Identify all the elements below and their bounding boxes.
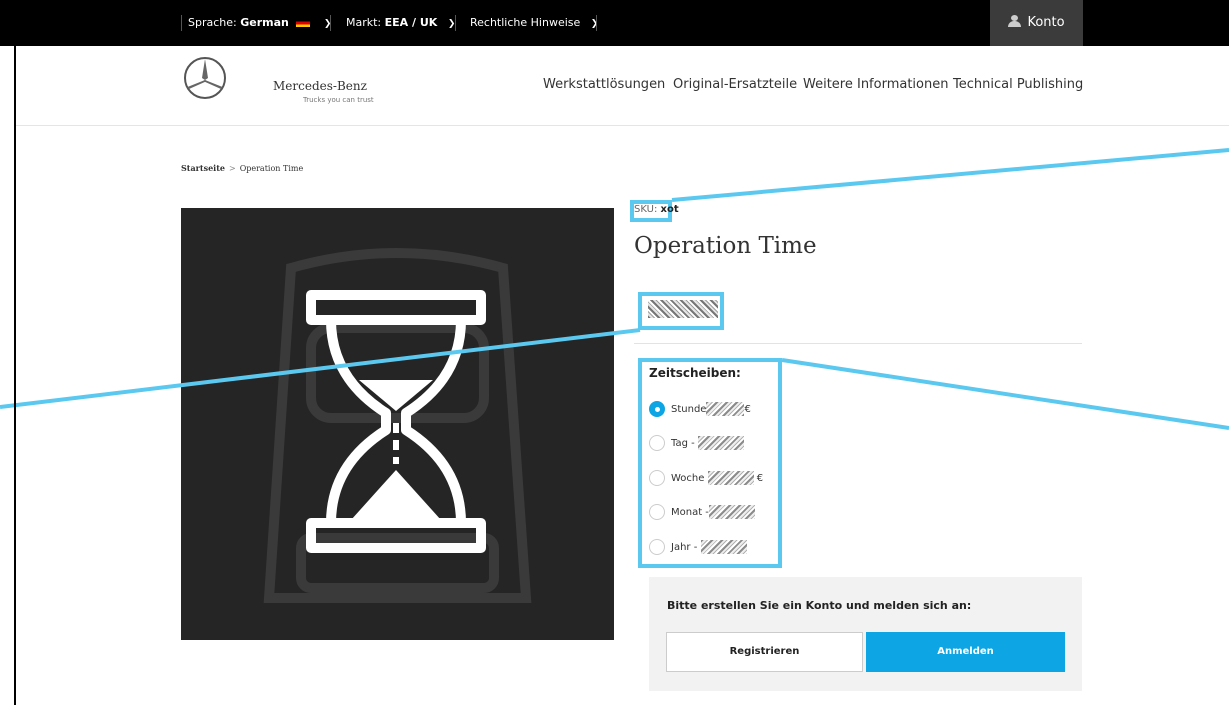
timeslice-option-week[interactable]: Woche €: [649, 470, 763, 488]
timeslice-highlight-box: [638, 358, 782, 568]
timeslice-option-month[interactable]: Monat -: [649, 504, 755, 522]
annotation-line: [781, 358, 1229, 430]
german-flag-icon: [296, 19, 311, 27]
redacted-price: [708, 505, 755, 519]
product-sku: SKU: xot: [634, 204, 679, 215]
divider: [330, 15, 331, 31]
option-label: Monat -: [671, 507, 709, 518]
hourglass-icon: [263, 248, 532, 603]
brand-name[interactable]: Mercedes-Benz: [273, 79, 367, 93]
sku-value: xot: [660, 204, 679, 215]
breadcrumb: Startseite > Operation Time: [181, 163, 303, 173]
breadcrumb-current: Operation Time: [239, 164, 304, 173]
option-label: Jahr -: [671, 542, 698, 553]
login-prompt: Bitte erstellen Sie ein Konto und melden…: [667, 599, 972, 612]
redacted-price: [697, 436, 744, 450]
timeslice-label: Zeitscheiben:: [649, 366, 741, 380]
redacted-price: [707, 471, 754, 485]
option-label: Tag -: [671, 438, 695, 449]
language-value: German: [240, 16, 289, 29]
product-image: [181, 208, 614, 640]
account-button[interactable]: Konto: [990, 0, 1083, 46]
brand-tagline: Trucks you can trust: [303, 96, 374, 104]
redacted-price: [706, 402, 745, 416]
user-icon: [1008, 15, 1022, 27]
nav-workshop-solutions[interactable]: Werkstattlösungen: [543, 77, 665, 92]
divider: [181, 15, 182, 31]
nav-technical-publishing[interactable]: Technical Publishing: [953, 77, 1083, 92]
timeslice-option-hour[interactable]: Stunde €: [649, 401, 751, 419]
timeslice-option-year[interactable]: Jahr -: [649, 539, 747, 557]
radio-icon[interactable]: [649, 470, 665, 486]
option-label: Woche: [671, 473, 705, 484]
nav-original-parts[interactable]: Original-Ersatzteile: [673, 77, 797, 92]
chevron-down-icon: ❯: [590, 19, 599, 29]
market-selector[interactable]: Markt: EEA / UK ❯: [346, 0, 455, 46]
account-label: Konto: [1027, 15, 1065, 30]
language-label: Sprache:: [188, 16, 237, 29]
price-highlight-box: [638, 292, 724, 330]
annotation-line: [671, 148, 1229, 202]
divider: [455, 15, 456, 31]
sku-label: SKU:: [634, 204, 658, 215]
radio-selected-icon[interactable]: [649, 401, 665, 417]
market-label: Markt:: [346, 16, 382, 29]
radio-icon[interactable]: [649, 539, 665, 555]
currency-symbol: €: [756, 473, 764, 484]
chevron-right-icon: >: [228, 164, 236, 173]
option-label: Stunde: [671, 404, 707, 415]
currency-symbol: €: [744, 404, 751, 415]
login-button[interactable]: Anmelden: [866, 632, 1065, 672]
radio-icon[interactable]: [649, 504, 665, 520]
language-selector[interactable]: Sprache: German ❯: [188, 0, 331, 46]
top-bar: Sprache: German ❯ Markt: EEA / UK ❯ Rech…: [0, 0, 1229, 46]
timeslice-option-day[interactable]: Tag -: [649, 435, 744, 453]
redacted-price: [700, 540, 747, 554]
redacted-price: [648, 300, 718, 318]
legal-notice-menu[interactable]: Rechtliche Hinweise ❯: [470, 0, 598, 46]
divider: [596, 15, 597, 31]
nav-more-information[interactable]: Weitere Informationen: [803, 77, 948, 92]
site-header: Mercedes-Benz Trucks you can trust Werks…: [16, 46, 1229, 126]
breadcrumb-home-link[interactable]: Startseite: [181, 163, 225, 173]
screenshot-frame-edge: [14, 0, 16, 705]
legal-label: Rechtliche Hinweise: [470, 16, 581, 29]
register-button[interactable]: Registrieren: [666, 632, 863, 672]
product-title: Operation Time: [634, 233, 817, 259]
market-value: EEA / UK: [384, 16, 438, 29]
radio-icon[interactable]: [649, 435, 665, 451]
divider: [634, 343, 1082, 344]
mercedes-star-logo-icon[interactable]: [183, 56, 227, 100]
